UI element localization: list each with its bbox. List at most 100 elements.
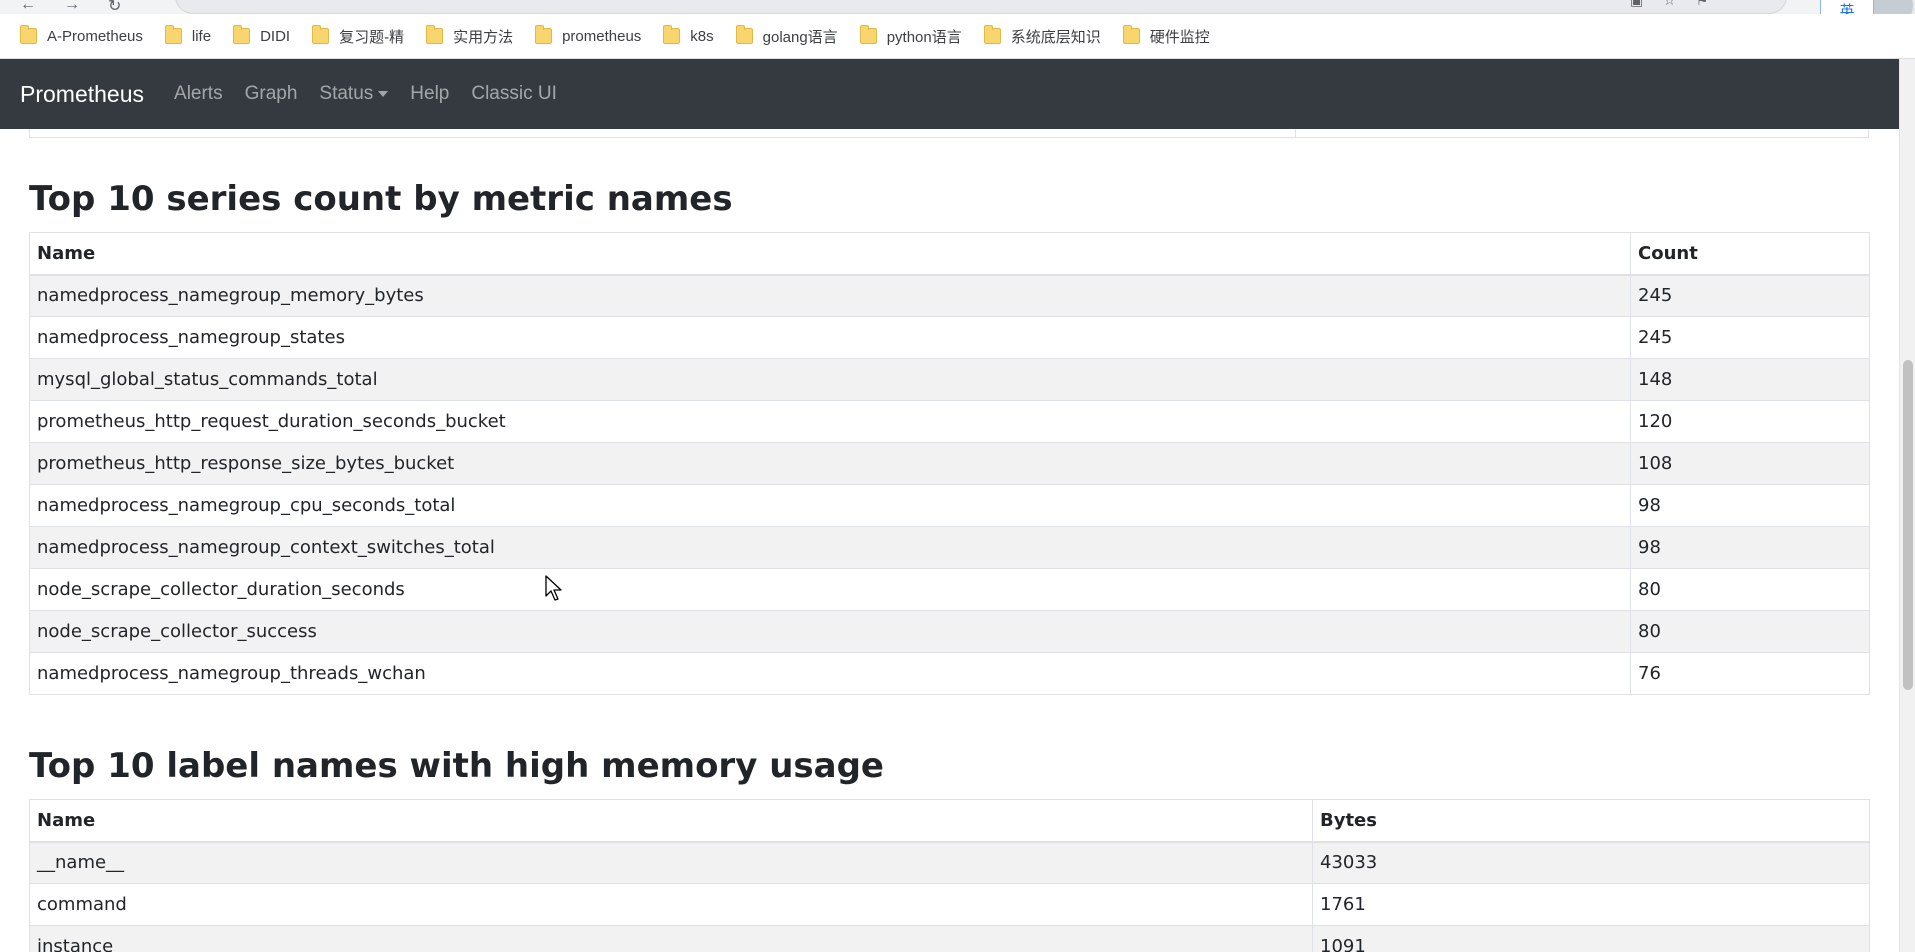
table-row: namedprocess_namegroup_cpu_seconds_total… (29, 484, 1870, 527)
metric-name-cell: namedprocess_namegroup_memory_bytes (29, 274, 1631, 317)
column-header-name: Name (29, 232, 1631, 276)
metric-value-cell: 245 (1630, 274, 1870, 317)
table-row: namedprocess_namegroup_threads_wchan 76 (29, 652, 1870, 695)
table-row: namedprocess_namegroup_memory_bytes 245 (29, 274, 1870, 317)
nav-status-dropdown[interactable]: Status (319, 83, 389, 105)
table-row: prometheus_http_request_duration_seconds… (29, 400, 1870, 443)
previous-table-bottom (29, 129, 1869, 138)
nav-alerts[interactable]: Alerts (174, 83, 223, 105)
series-count-table: Name Count namedprocess_namegroup_memory… (29, 232, 1870, 695)
bookmarks-bar: A-Prometheus life DIDI 复习题-精 实用方法 prometheus k… (0, 14, 1915, 59)
bookmark-label: k8s (690, 27, 714, 45)
nav-graph[interactable]: Graph (245, 83, 298, 105)
table-row: mysql_global_status_commands_total 148 (29, 358, 1870, 401)
label-memory-table: Name Bytes __name__ 43033 command 1761 insta… (29, 799, 1870, 952)
bookmark-folder[interactable]: prometheus (535, 25, 642, 45)
metric-name-cell: namedprocess_namegroup_context_switches_… (29, 526, 1631, 569)
column-header-bytes: Bytes (1312, 799, 1870, 843)
bookmark-folder[interactable]: 复习题-精 (312, 25, 405, 47)
reload-icon[interactable]: ↻ (108, 0, 121, 14)
folder-icon (20, 25, 37, 44)
table-row: namedprocess_namegroup_context_switches_… (29, 526, 1870, 569)
folder-icon (1122, 25, 1140, 44)
bookmark-folder[interactable]: A-Prometheus (20, 25, 143, 45)
metric-name-cell: instance (29, 925, 1313, 952)
bookmark-folder[interactable]: golang语言 (735, 25, 838, 47)
nav-classic-ui[interactable]: Classic UI (471, 83, 557, 105)
column-header-name: Name (29, 799, 1313, 843)
folder-icon (859, 25, 877, 44)
nav-status-label: Status (319, 83, 374, 104)
folder-icon (426, 25, 444, 44)
browser-toolbar-icons: ▣ ☆ ⚑ (1630, 0, 1708, 9)
bookmark-label: 系统底层知识 (1010, 28, 1101, 46)
bookmark-folder[interactable]: 系统底层知识 (983, 25, 1101, 47)
metric-name-cell: node_scrape_collector_duration_seconds (29, 568, 1631, 611)
browser-toolbar: ← → ↻ ▣ ☆ ⚑ (0, 0, 1915, 14)
back-icon[interactable]: ← (20, 0, 36, 13)
folder-icon (983, 25, 1001, 44)
bookmark-label: life (191, 27, 212, 45)
translate-icon[interactable]: ▣ (1630, 0, 1643, 9)
bookmark-star-icon[interactable]: ☆ (1663, 0, 1676, 9)
bookmark-label: prometheus (562, 27, 642, 45)
metric-value-cell: 245 (1630, 316, 1870, 359)
bookmark-label: golang语言 (762, 28, 838, 46)
metric-name-cell: prometheus_http_request_duration_seconds… (29, 400, 1631, 443)
brand-logo[interactable]: Prometheus (20, 81, 144, 108)
metric-name-cell: prometheus_http_response_size_bytes_buck… (29, 442, 1631, 485)
table-row: instance 1091 (29, 925, 1870, 952)
metric-value-cell: 148 (1630, 358, 1870, 401)
browser-nav-buttons: ← → ↻ (20, 0, 121, 14)
bookmark-folder[interactable]: 实用方法 (426, 25, 514, 47)
folder-icon (164, 25, 182, 44)
mouse-cursor-icon (545, 575, 562, 601)
scrollbar-thumb[interactable] (1903, 360, 1913, 690)
table-header-row: Name Bytes (29, 799, 1870, 843)
table-row: namedprocess_namegroup_states 245 (29, 316, 1870, 359)
series-count-title: Top 10 series count by metric names (29, 179, 733, 219)
metric-value-cell: 80 (1630, 568, 1870, 611)
label-memory-title: Top 10 label names with high memory usag… (29, 746, 884, 786)
forward-icon[interactable]: → (64, 0, 80, 13)
bookmark-label: 复习题-精 (339, 28, 405, 46)
metric-value-cell: 80 (1630, 610, 1870, 653)
caret-down-icon (378, 91, 389, 97)
folder-icon (535, 25, 553, 44)
metric-name-cell: node_scrape_collector_success (29, 610, 1631, 653)
bookmark-folder[interactable]: k8s (663, 25, 714, 45)
bookmark-folder[interactable]: python语言 (859, 25, 962, 47)
metric-name-cell: mysql_global_status_commands_total (29, 358, 1631, 401)
top-navbar: Prometheus Alerts Graph Status Help Clas… (0, 59, 1899, 129)
metric-name-cell: namedprocess_namegroup_cpu_seconds_total (29, 484, 1631, 527)
metric-value-cell: 76 (1630, 652, 1870, 695)
table-row: prometheus_http_response_size_bytes_buck… (29, 442, 1870, 485)
folder-icon (735, 25, 753, 44)
bookmark-label: DIDI (260, 27, 291, 45)
metric-name-cell: command (29, 883, 1313, 926)
bookmark-folder[interactable]: 硬件监控 (1122, 25, 1210, 47)
bookmark-label: 硬件监控 (1149, 28, 1210, 46)
table-column-divider (1295, 129, 1296, 138)
address-bar[interactable] (175, 0, 1787, 14)
table-row: command 1761 (29, 883, 1870, 926)
folder-icon (663, 25, 681, 44)
metric-value-cell: 1761 (1312, 883, 1870, 926)
metric-value-cell: 108 (1630, 442, 1870, 485)
bookmark-folder[interactable]: life (164, 25, 212, 45)
folder-icon (233, 25, 251, 44)
bookmark-label: A-Prometheus (47, 27, 143, 45)
metric-name-cell: namedprocess_namegroup_threads_wchan (29, 652, 1631, 695)
metric-value-cell: 43033 (1312, 841, 1870, 884)
table-row: __name__ 43033 (29, 841, 1870, 884)
column-header-count: Count (1630, 232, 1870, 276)
page-scrollbar[interactable] (1899, 59, 1915, 952)
bookmark-folder[interactable]: DIDI (233, 25, 291, 45)
metric-name-cell: namedprocess_namegroup_states (29, 316, 1631, 359)
nav-help[interactable]: Help (410, 83, 449, 105)
bookmark-label: python语言 (886, 28, 962, 46)
metric-value-cell: 98 (1630, 526, 1870, 569)
extensions-icon[interactable]: ⚑ (1696, 0, 1709, 9)
bookmark-label: 实用方法 (453, 28, 514, 46)
metric-name-cell: __name__ (29, 841, 1313, 884)
